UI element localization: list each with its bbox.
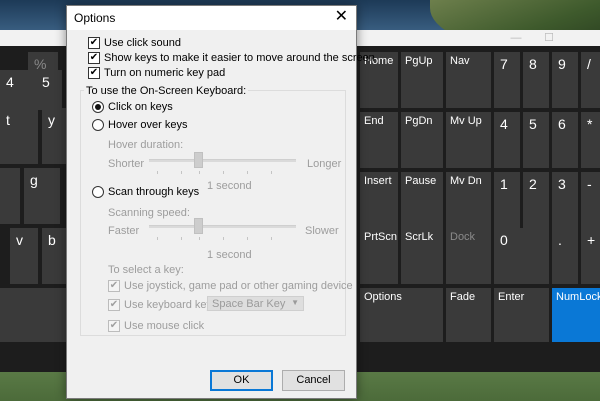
close-icon[interactable]: ✕ bbox=[335, 8, 348, 26]
hover-value-label: 1 second bbox=[207, 180, 252, 192]
key-numlock[interactable]: NumLock bbox=[552, 288, 600, 342]
key-mv-dn[interactable]: Mv Dn bbox=[446, 172, 491, 228]
mouse-click-checkbox[interactable]: ✔ Use mouse click bbox=[108, 320, 204, 332]
scan-min-label: Faster bbox=[108, 225, 140, 237]
key-num-8[interactable]: 8 bbox=[523, 52, 549, 108]
hover-slider-thumb[interactable] bbox=[194, 152, 203, 168]
joystick-checkbox[interactable]: ✔ Use joystick, game pad or other gaming… bbox=[108, 280, 353, 292]
radio-icon[interactable] bbox=[92, 119, 104, 131]
scan-slider-thumb[interactable] bbox=[194, 218, 203, 234]
key-pause[interactable]: Pause bbox=[401, 172, 443, 228]
key-pgup[interactable]: PgUp bbox=[401, 52, 443, 108]
key-t[interactable]: t bbox=[0, 108, 38, 164]
chevron-down-icon: ▼ bbox=[291, 298, 299, 307]
show-keys-checkbox[interactable]: ✔ Show keys to make it easier to move ar… bbox=[88, 52, 375, 64]
key-num-divide[interactable]: / bbox=[581, 52, 600, 108]
key-b[interactable]: b bbox=[42, 228, 66, 284]
scan-through-keys-radio[interactable]: Scan through keys bbox=[92, 186, 199, 198]
checkbox-checked-icon[interactable]: ✔ bbox=[108, 320, 120, 332]
checkbox-checked-icon[interactable]: ✔ bbox=[88, 52, 100, 64]
key-num-0[interactable]: 0 bbox=[494, 228, 549, 284]
checkbox-checked-icon[interactable]: ✔ bbox=[108, 299, 120, 311]
select-key-label: To select a key: bbox=[108, 264, 184, 276]
key-pgdn[interactable]: PgDn bbox=[401, 112, 443, 168]
key-num-minus[interactable]: - bbox=[581, 172, 600, 228]
numeric-keypad-checkbox[interactable]: ✔ Turn on numeric key pad bbox=[88, 67, 225, 79]
hover-max-label: Longer bbox=[307, 158, 342, 170]
hover-min-label: Shorter bbox=[108, 158, 145, 170]
minimize-icon[interactable]: — bbox=[510, 32, 522, 44]
key-nav[interactable]: Nav bbox=[446, 52, 491, 108]
key-num-3[interactable]: 3 bbox=[552, 172, 578, 228]
dialog-titlebar: Options ✕ bbox=[67, 6, 356, 30]
key-v[interactable]: v bbox=[10, 228, 38, 284]
key-mv-up[interactable]: Mv Up bbox=[446, 112, 491, 168]
key-g[interactable]: g bbox=[24, 168, 60, 224]
keyboard-key-select[interactable]: Space Bar Key ▼ bbox=[207, 296, 304, 311]
hover-duration-slider[interactable] bbox=[149, 159, 296, 162]
hover-duration-label: Hover duration: bbox=[108, 139, 184, 151]
options-dialog: Options ✕ ✔ Use click sound ✔ Show keys … bbox=[66, 5, 375, 399]
ok-button[interactable]: OK bbox=[210, 370, 273, 391]
key-num-decimal[interactable]: . bbox=[552, 228, 578, 284]
key-num-1[interactable]: 1 bbox=[494, 172, 520, 228]
checkbox-checked-icon[interactable]: ✔ bbox=[88, 37, 100, 49]
key-space-partial[interactable] bbox=[0, 288, 66, 342]
key-num-6[interactable]: 6 bbox=[552, 112, 578, 168]
key-num-9[interactable]: 9 bbox=[552, 52, 578, 108]
hover-over-keys-radio[interactable]: Hover over keys bbox=[92, 119, 187, 131]
group-label: To use the On-Screen Keyboard: bbox=[84, 85, 249, 97]
key-num-4[interactable]: 4 bbox=[494, 112, 520, 168]
radio-selected-icon[interactable] bbox=[92, 101, 104, 113]
radio-icon[interactable] bbox=[92, 186, 104, 198]
maximize-icon[interactable]: ☐ bbox=[543, 32, 555, 44]
click-on-keys-radio[interactable]: Click on keys bbox=[92, 101, 173, 113]
scan-value-label: 1 second bbox=[207, 249, 252, 261]
use-click-sound-checkbox[interactable]: ✔ Use click sound bbox=[88, 37, 181, 49]
scanning-speed-slider[interactable] bbox=[149, 225, 296, 228]
checkbox-checked-icon[interactable]: ✔ bbox=[88, 67, 100, 79]
cancel-button[interactable]: Cancel bbox=[282, 370, 345, 391]
key-5[interactable]: 5 bbox=[36, 70, 62, 110]
key-dock[interactable]: Dock bbox=[446, 228, 491, 284]
key-fade[interactable]: Fade bbox=[446, 288, 491, 342]
key-4[interactable]: 4 bbox=[0, 70, 28, 110]
key-num-7[interactable]: 7 bbox=[494, 52, 520, 108]
key-y[interactable]: y bbox=[42, 108, 66, 164]
key-num-multiply[interactable]: * bbox=[581, 112, 600, 168]
key-num-plus[interactable]: + bbox=[581, 228, 600, 284]
scan-max-label: Slower bbox=[305, 225, 339, 237]
scanning-speed-label: Scanning speed: bbox=[108, 207, 190, 219]
dialog-title: Options bbox=[74, 11, 116, 25]
checkbox-checked-icon[interactable]: ✔ bbox=[108, 280, 120, 292]
key-num-5[interactable]: 5 bbox=[523, 112, 549, 168]
key-options[interactable]: Options bbox=[360, 288, 443, 342]
key-scrlk[interactable]: ScrLk bbox=[401, 228, 443, 284]
key-num-2[interactable]: 2 bbox=[523, 172, 549, 228]
key-left-partial[interactable] bbox=[0, 168, 20, 224]
keyboard-key-checkbox[interactable]: ✔ Use keyboard key bbox=[108, 299, 212, 311]
key-insert[interactable]: Insert bbox=[360, 172, 398, 228]
key-prtscn[interactable]: PrtScn bbox=[360, 228, 398, 284]
key-end[interactable]: End bbox=[360, 112, 398, 168]
key-enter[interactable]: Enter bbox=[494, 288, 549, 342]
